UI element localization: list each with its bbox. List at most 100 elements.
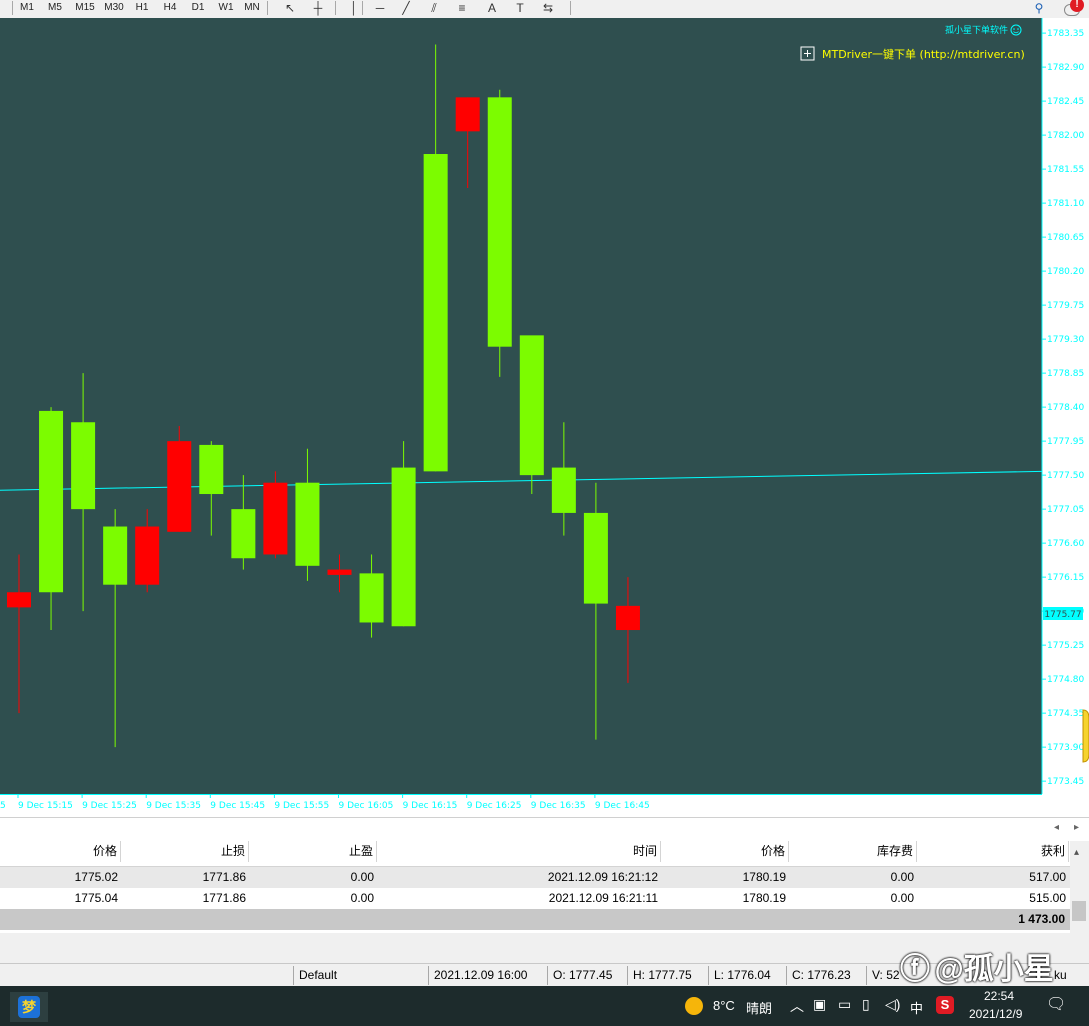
table-cell: 1771.86 [202,891,246,905]
text-icon[interactable]: A [482,0,502,16]
x-tick-label: 9 Dec 16:15 [403,801,458,811]
candle-body [295,482,320,566]
vertical-line-icon[interactable]: │ [344,0,364,16]
candle[interactable] [519,335,544,495]
status-traffic: ku [1054,968,1067,982]
candle[interactable] [487,89,512,377]
x-tick-label: 9 Dec 15:25 [82,801,137,811]
chat-icon[interactable]: ! [1058,0,1086,16]
x-tick-label: 9 Dec 16:25 [467,801,522,811]
table-cell: 1775.02 [74,870,118,884]
notification-icon[interactable]: 🗨 [1046,994,1066,1014]
app-logo-icon[interactable]: 梦 [10,992,48,1022]
timeframe-mn[interactable]: MN [241,0,263,16]
table-cell: 0.00 [350,870,374,884]
mtdriver-link[interactable]: MTDriver一键下单 (http://mtdriver.cn) [822,47,1025,61]
terminal-tabs-bar: ◂ ▸ [0,817,1089,842]
table-cell: 517.00 [1029,870,1066,884]
y-tick-label: 1782.45 [1047,97,1084,107]
fibonacci-icon[interactable]: ≡ [452,0,472,16]
clock-time[interactable]: 22:54 [984,989,1014,1003]
trendline-icon[interactable]: ╱ [396,0,416,16]
x-tick-label: 5 [0,801,6,811]
y-tick-label: 1778.40 [1047,403,1084,413]
text-label-icon[interactable]: T [510,0,530,16]
timeframe-m5[interactable]: M5 [43,0,67,16]
status-time: 2021.12.09 16:00 [434,968,528,982]
candle-body [327,569,352,575]
ime-indicator[interactable]: 中 [910,998,923,1017]
equidistant-channel-icon[interactable]: ⫽ [424,0,444,16]
table-row[interactable]: 1775.04 1771.86 0.00 2021.12.09 16:21:11 178… [0,888,1070,909]
x-tick-label: 9 Dec 16:05 [339,801,394,811]
y-tick-label: 1782.90 [1047,63,1084,73]
table-cell: 0.00 [350,891,374,905]
security-icon[interactable]: ▣ [813,996,826,1013]
scroll-right-icon[interactable]: ▸ [1074,822,1079,833]
y-tick-label: 1777.50 [1047,471,1084,481]
search-icon[interactable]: ⚲ [1030,0,1048,16]
chevron-up-icon[interactable]: ︿ [790,996,804,1016]
candle-body [391,467,416,627]
timeframe-d1[interactable]: D1 [187,0,209,16]
table-scrollbar[interactable]: ▴ [1070,841,1089,933]
weather-desc[interactable]: 晴朗 [746,998,772,1017]
sogou-icon[interactable]: S [936,996,954,1014]
y-tick-label: 1779.75 [1047,301,1084,311]
table-cell: 1771.86 [202,870,246,884]
candlestick-chart[interactable]: 1783.35 1782.90 1782.45 1782.00 1781.55 1781.… [0,18,1089,817]
status-profile[interactable]: Default [299,964,337,987]
column-header[interactable]: 止盈 [249,841,377,862]
weibo-logo-icon: ⓕ [900,953,930,986]
candle-body [359,573,384,623]
arrows-icon[interactable]: ⇆ [538,0,558,16]
scroll-up-icon[interactable]: ▴ [1074,847,1079,858]
y-tick-label: 1783.35 [1047,29,1084,39]
battery-icon[interactable]: ▭ [838,996,851,1013]
scroll-left-icon[interactable]: ◂ [1054,822,1059,833]
column-header[interactable]: 止损 [121,841,249,862]
watermark-text: 孤小星下单软件 [945,24,1008,36]
crosshair-icon[interactable]: ┼ [308,0,328,16]
status-open: O: 1777.45 [553,968,613,982]
x-tick-label: 9 Dec 15:45 [210,801,265,811]
table-cell: 1780.19 [742,891,786,905]
candle[interactable] [391,441,416,627]
cursor-icon[interactable]: ↖ [280,0,300,16]
timeframe-m15[interactable]: M15 [71,0,99,16]
column-header[interactable]: 库存费 [789,841,917,862]
candle-body [423,154,448,472]
candle-body [551,467,576,513]
table-cell: 1775.04 [74,891,118,905]
column-header[interactable]: 价格 [661,841,789,862]
volume-icon[interactable]: ◁) [885,996,900,1013]
candle-body [167,441,192,532]
clock-date[interactable]: 2021/12/9 [969,1007,1022,1021]
scroll-right-handle-icon[interactable] [1082,709,1089,763]
table-cell: 1780.19 [742,870,786,884]
column-header[interactable]: 时间 [377,841,661,862]
x-tick-label: 9 Dec 15:55 [274,801,329,811]
timeframe-m30[interactable]: M30 [101,0,127,16]
network-icon[interactable]: ▯ [862,996,870,1013]
table-header: 价格 止损 止盈 时间 价格 库存费 获利 [0,841,1070,867]
weather-temp[interactable]: 8°C [713,998,735,1013]
y-tick-label: 1780.65 [1047,233,1084,243]
x-tick-label: 9 Dec 15:35 [146,801,201,811]
horizontal-line-icon[interactable]: ─ [370,0,390,16]
trade-table: 价格 止损 止盈 时间 价格 库存费 获利 1775.02 1771.86 0.00 2021.1… [0,841,1070,933]
column-header[interactable]: 获利 [917,841,1069,862]
candle-body [519,335,544,476]
table-cell: 515.00 [1029,891,1066,905]
column-header[interactable]: 价格 [0,841,121,862]
timeframe-h1[interactable]: H1 [131,0,153,16]
table-row[interactable]: 1775.02 1771.86 0.00 2021.12.09 16:21:12 178… [0,867,1070,888]
candle[interactable] [263,471,288,559]
scrollbar-thumb[interactable] [1072,901,1086,921]
timeframe-h4[interactable]: H4 [158,0,182,16]
price-chart[interactable]: 1783.35 1782.90 1782.45 1782.00 1781.55 1781.… [0,18,1089,817]
candle[interactable] [167,426,192,532]
total-row: 1 473.00 [0,909,1070,930]
timeframe-w1[interactable]: W1 [214,0,238,16]
timeframe-m1[interactable]: M1 [14,0,40,16]
